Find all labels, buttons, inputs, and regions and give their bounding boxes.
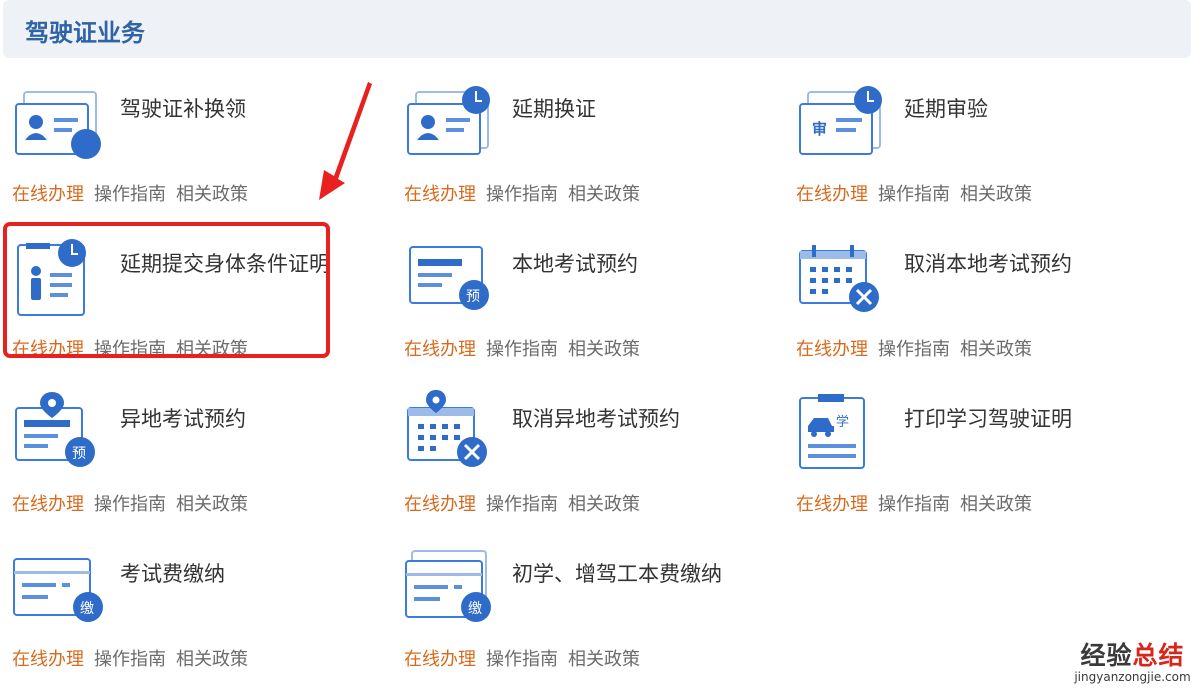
online-handle-link[interactable]: 在线办理 (404, 490, 476, 516)
cancel-local-exam-icon (799, 245, 879, 312)
service-item-remote-exam-booking: 预 异地考试预约 在线办理 操作指南 相关政策 (12, 390, 352, 530)
learner-badge: 学 (836, 414, 849, 430)
payment-badge: 缴 (80, 601, 94, 617)
policy-link[interactable]: 相关政策 (568, 645, 640, 671)
service-links: 在线办理 操作指南 相关政策 (796, 490, 1042, 516)
extend-renewal-icon (407, 86, 490, 155)
service-links: 在线办理 操作指南 相关政策 (404, 180, 650, 206)
highlight-box (3, 222, 330, 358)
service-links: 在线办理 操作指南 相关政策 (404, 645, 650, 671)
online-handle-link[interactable]: 在线办理 (796, 490, 868, 516)
guide-link[interactable]: 操作指南 (878, 335, 950, 361)
service-links: 在线办理 操作指南 相关政策 (404, 490, 650, 516)
service-links: 在线办理 操作指南 相关政策 (12, 180, 258, 206)
service-item-cancel-local-exam: 取消本地考试预约 在线办理 操作指南 相关政策 (796, 235, 1136, 375)
guide-link[interactable]: 操作指南 (878, 490, 950, 516)
license-replace-icon (15, 91, 101, 159)
service-name: 本地考试预约 (512, 252, 638, 276)
guide-link[interactable]: 操作指南 (486, 645, 558, 671)
beginner-fee-payment-icon: 缴 (405, 550, 491, 622)
watermark-text: 经验总结 (1070, 636, 1195, 672)
service-item-extend-audit: 审 延期审验 在线办理 操作指南 相关政策 (796, 80, 1136, 220)
service-item-print-learner-permit: 学 打印学习驾驶证明 在线办理 操作指南 相关政策 (796, 390, 1136, 530)
policy-link[interactable]: 相关政策 (960, 180, 1032, 206)
policy-link[interactable]: 相关政策 (960, 335, 1032, 361)
guide-link[interactable]: 操作指南 (486, 335, 558, 361)
audit-badge: 审 (812, 120, 827, 138)
online-handle-link[interactable]: 在线办理 (404, 645, 476, 671)
payment-badge: 缴 (468, 601, 482, 617)
policy-link[interactable]: 相关政策 (568, 180, 640, 206)
service-item-exam-fee-payment: 缴 考试费缴纳 在线办理 操作指南 相关政策 (12, 545, 352, 685)
service-links: 在线办理 操作指南 相关政策 (404, 335, 650, 361)
service-name: 延期审验 (904, 97, 988, 121)
online-handle-link[interactable]: 在线办理 (12, 180, 84, 206)
service-name: 初学、增驾工本费缴纳 (512, 562, 722, 586)
section-header: 驾驶证业务 (3, 0, 1191, 58)
extend-audit-icon: 审 (799, 86, 882, 155)
service-name: 驾驶证补换领 (120, 97, 246, 121)
watermark-url: jingyanzongjie.com (1074, 670, 1191, 684)
policy-link[interactable]: 相关政策 (176, 180, 248, 206)
policy-link[interactable]: 相关政策 (176, 645, 248, 671)
cancel-remote-exam-icon (407, 390, 487, 467)
service-links: 在线办理 操作指南 相关政策 (12, 645, 258, 671)
service-item-extend-renewal: 延期换证 在线办理 操作指南 相关政策 (404, 80, 744, 220)
booking-badge: 预 (72, 446, 86, 462)
service-item-local-exam-booking: 预 本地考试预约 在线办理 操作指南 相关政策 (404, 235, 744, 375)
watermark-prefix: 经验 (1080, 641, 1133, 670)
service-name: 打印学习驾驶证明 (904, 407, 1072, 431)
online-handle-link[interactable]: 在线办理 (796, 335, 868, 361)
service-item-license-replace: 驾驶证补换领 在线办理 操作指南 相关政策 (12, 80, 352, 220)
service-item-cancel-remote-exam: 取消异地考试预约 在线办理 操作指南 相关政策 (404, 390, 744, 530)
policy-link[interactable]: 相关政策 (960, 490, 1032, 516)
local-exam-booking-icon: 预 (409, 246, 489, 310)
service-name: 取消异地考试预约 (512, 407, 680, 431)
online-handle-link[interactable]: 在线办理 (404, 180, 476, 206)
service-name: 延期换证 (512, 97, 596, 121)
guide-link[interactable]: 操作指南 (878, 180, 950, 206)
policy-link[interactable]: 相关政策 (568, 490, 640, 516)
online-handle-link[interactable]: 在线办理 (404, 335, 476, 361)
service-name: 异地考试预约 (120, 407, 246, 431)
service-links: 在线办理 操作指南 相关政策 (12, 490, 258, 516)
service-name: 取消本地考试预约 (904, 252, 1072, 276)
print-learner-permit-icon: 学 (799, 394, 865, 469)
service-links: 在线办理 操作指南 相关政策 (796, 335, 1042, 361)
policy-link[interactable]: 相关政策 (176, 490, 248, 516)
section-title: 驾驶证业务 (25, 19, 145, 47)
online-handle-link[interactable]: 在线办理 (796, 180, 868, 206)
watermark-suffix: 总结 (1132, 641, 1185, 670)
guide-link[interactable]: 操作指南 (486, 490, 558, 516)
watermark: 经验总结 jingyanzongjie.com (1070, 636, 1195, 684)
guide-link[interactable]: 操作指南 (94, 645, 166, 671)
online-handle-link[interactable]: 在线办理 (12, 490, 84, 516)
guide-link[interactable]: 操作指南 (486, 180, 558, 206)
exam-fee-payment-icon: 缴 (13, 558, 103, 622)
remote-exam-booking-icon: 预 (15, 392, 95, 467)
booking-badge: 预 (466, 289, 480, 305)
service-links: 在线办理 操作指南 相关政策 (796, 180, 1042, 206)
service-item-beginner-fee-payment: 缴 初学、增驾工本费缴纳 在线办理 操作指南 相关政策 (404, 545, 744, 685)
guide-link[interactable]: 操作指南 (94, 490, 166, 516)
online-handle-link[interactable]: 在线办理 (12, 645, 84, 671)
policy-link[interactable]: 相关政策 (568, 335, 640, 361)
service-name: 考试费缴纳 (120, 562, 225, 586)
guide-link[interactable]: 操作指南 (94, 180, 166, 206)
